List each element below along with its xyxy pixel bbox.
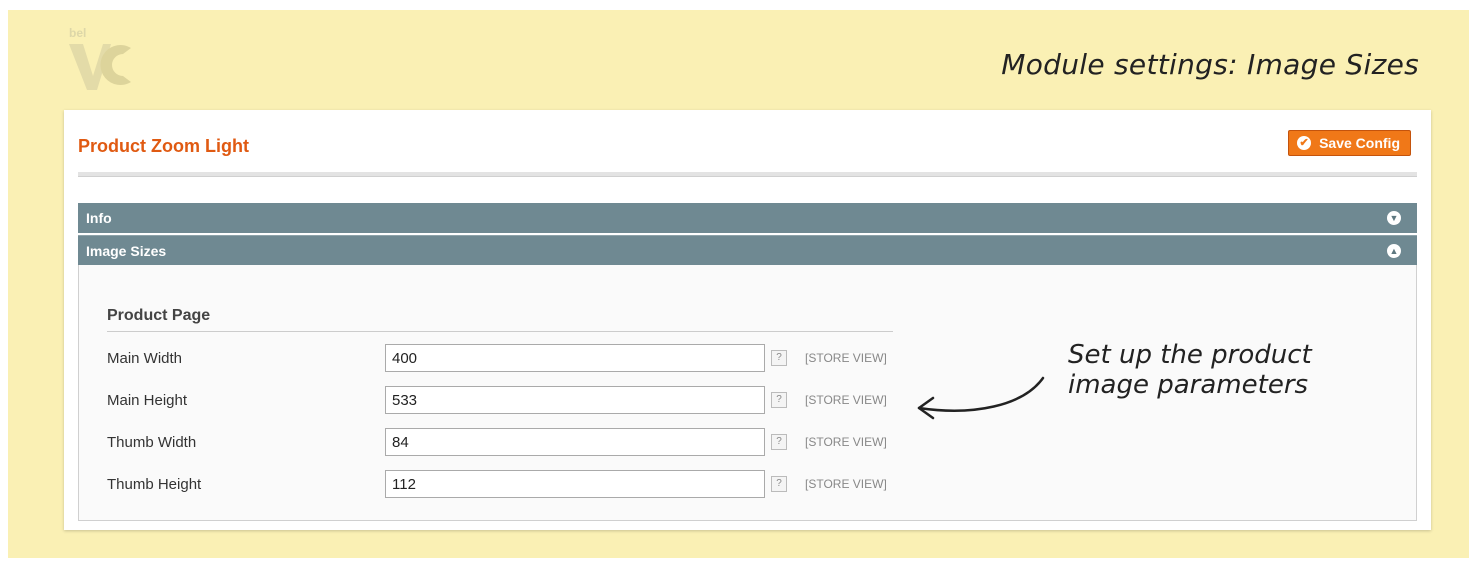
curved-arrow-icon: [917, 376, 1045, 420]
thumb-width-label: Thumb Width: [107, 434, 197, 451]
scope-label: [STORE VIEW]: [805, 351, 887, 365]
main-height-label: Main Height: [107, 392, 188, 409]
section-info-header[interactable]: Info ▼: [78, 203, 1417, 233]
chevron-up-icon[interactable]: ▲: [1387, 244, 1401, 258]
form-row-thumb-width: Thumb Width ? [STORE VIEW]: [107, 428, 1007, 456]
scope-label: [STORE VIEW]: [805, 477, 887, 491]
main-height-input[interactable]: [385, 386, 765, 414]
scope-label: [STORE VIEW]: [805, 435, 887, 449]
thumb-height-input[interactable]: [385, 470, 765, 498]
panel-title: Product Zoom Light: [78, 136, 249, 156]
section-image-sizes-header[interactable]: Image Sizes ▲: [78, 235, 1417, 265]
save-config-label: Save Config: [1319, 135, 1400, 151]
section-info-label: Info: [86, 210, 112, 226]
check-circle-icon: ✔: [1297, 136, 1312, 150]
logo-text: bel: [69, 26, 86, 40]
vc-logo-icon: bel: [69, 26, 131, 90]
thumb-width-input[interactable]: [385, 428, 765, 456]
help-icon[interactable]: ?: [771, 392, 787, 408]
save-config-button[interactable]: ✔ Save Config: [1288, 130, 1411, 156]
form-row-main-width: Main Width ? [STORE VIEW]: [107, 344, 1007, 372]
form-row-thumb-height: Thumb Height ? [STORE VIEW]: [107, 470, 1007, 498]
page-headline: Module settings: Image Sizes: [1001, 48, 1419, 81]
scope-label: [STORE VIEW]: [805, 393, 887, 407]
help-icon[interactable]: ?: [771, 476, 787, 492]
canvas-background: bel Module settings: Image Sizes Product…: [8, 10, 1469, 558]
main-width-label: Main Width: [107, 350, 183, 367]
main-width-input[interactable]: [385, 344, 765, 372]
annotation-line-2: image parameters: [1068, 370, 1309, 400]
annotation-note: Set up the product image parameters: [1068, 340, 1312, 400]
thumb-height-label: Thumb Height: [107, 476, 202, 493]
title-divider: [78, 172, 1417, 177]
annotation-line-1: Set up the product: [1068, 340, 1312, 370]
section-image-sizes-label: Image Sizes: [86, 243, 167, 259]
fieldset-legend: Product Page: [107, 307, 893, 332]
chevron-down-icon[interactable]: ▼: [1387, 211, 1401, 225]
form-row-main-height: Main Height ? [STORE VIEW]: [107, 386, 1007, 414]
config-panel: Product Zoom Light ✔ Save Config Info ▼ …: [64, 110, 1431, 530]
help-icon[interactable]: ?: [771, 434, 787, 450]
help-icon[interactable]: ?: [771, 350, 787, 366]
